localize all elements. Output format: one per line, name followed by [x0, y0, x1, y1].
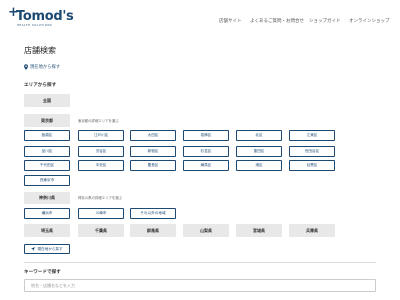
prefecture-button[interactable]: 兵庫県	[289, 224, 335, 237]
navigation-arrow-icon	[31, 247, 36, 251]
ward-button[interactable]: 港区	[236, 160, 282, 171]
area-all-button[interactable]: 全国	[24, 94, 70, 107]
area-section-label: エリアから探す	[24, 83, 57, 88]
ward-button[interactable]: 江東区	[289, 130, 335, 141]
ward-button[interactable]: 目黒区	[289, 160, 335, 171]
logo[interactable]: + Tomod's HEALTH SOLUTIONS	[8, 5, 88, 29]
geolocation-button[interactable]: 現在地から探す	[24, 244, 70, 254]
nav-faq[interactable]: よくあるご質問・お問合せ	[250, 18, 304, 24]
kanagawa-button[interactable]: 神奈川県	[24, 192, 70, 204]
ward-button[interactable]: 千代田区	[24, 160, 70, 171]
ward-button[interactable]: 練馬区	[183, 160, 229, 171]
geolocation-label: 現在地から探す	[37, 246, 63, 251]
section-divider	[24, 262, 376, 263]
site-header: + Tomod's HEALTH SOLUTIONS 店舗サイト よくあるご質問…	[0, 0, 400, 36]
ward-button[interactable]: 大田区	[130, 130, 176, 141]
ward-button[interactable]: 板橋区	[24, 130, 70, 141]
tokyo-caption: 東京都の詳細エリアを選ぶ	[78, 119, 119, 123]
nav-shop-guide[interactable]: ショップガイド	[309, 18, 341, 24]
nav-online-shop[interactable]: オンラインショップ	[349, 18, 390, 24]
current-location-label: 現在地から探す	[30, 65, 61, 70]
prefecture-button[interactable]: 千葉県	[78, 224, 124, 237]
ward-button[interactable]: 葛飾区	[183, 130, 229, 141]
city-button[interactable]: 川崎市	[78, 208, 124, 219]
ward-button[interactable]: 墨田区	[236, 146, 282, 157]
ward-button[interactable]: 渋谷区	[78, 146, 124, 157]
ward-button[interactable]: 江戸川区	[78, 130, 124, 141]
prefecture-button[interactable]: 宮城県	[236, 224, 282, 237]
keyword-section-label: キーワードで探す	[24, 270, 61, 275]
city-button[interactable]: それ以外の地域	[130, 208, 176, 219]
ward-button[interactable]: 西東京市	[24, 175, 70, 186]
tokyo-button[interactable]: 東京都	[24, 114, 70, 127]
prefecture-button[interactable]: 群馬県	[130, 224, 176, 237]
kanagawa-caption: 神奈川県の詳細エリアを選ぶ	[78, 196, 123, 200]
ward-button[interactable]: 中央区	[78, 160, 124, 171]
ward-button[interactable]: 豊島区	[130, 160, 176, 171]
ward-button[interactable]: 品川区	[24, 146, 70, 157]
logo-subtitle: HEALTH SOLUTIONS	[17, 24, 53, 27]
current-location-link[interactable]: 現在地から探す	[24, 64, 60, 70]
logo-text: Tomod's	[16, 9, 74, 24]
keyword-search-input[interactable]: 地名・店舗名などを入力	[24, 279, 376, 292]
prefecture-button[interactable]: 埼玉県	[24, 224, 70, 237]
page-title: 店舗検索	[24, 46, 56, 55]
ward-button[interactable]: 北区	[236, 130, 282, 141]
ward-button[interactable]: 世田谷区	[289, 146, 335, 157]
map-pin-icon	[24, 64, 28, 70]
prefecture-button[interactable]: 山梨県	[183, 224, 229, 237]
nav-store-site[interactable]: 店舗サイト	[219, 18, 242, 24]
ward-button[interactable]: 新宿区	[130, 146, 176, 157]
city-button[interactable]: 横浜市	[24, 208, 70, 219]
ward-button[interactable]: 杉並区	[183, 146, 229, 157]
